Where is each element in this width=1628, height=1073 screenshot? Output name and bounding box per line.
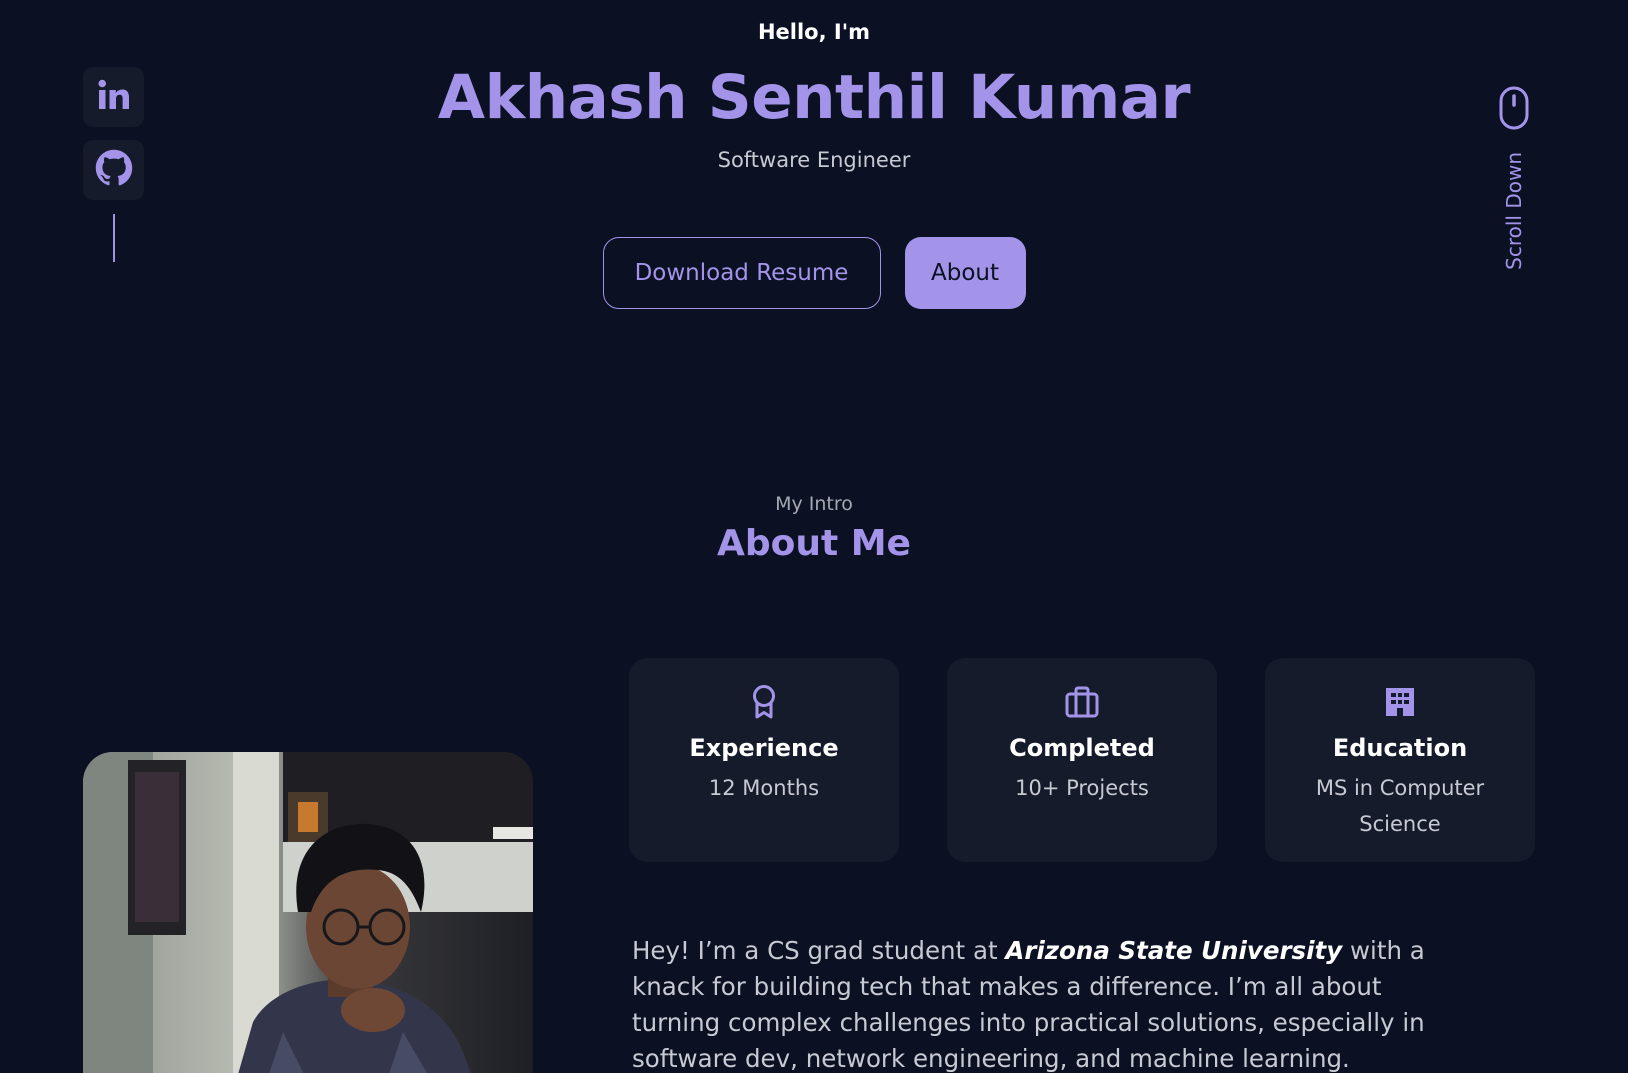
building-icon — [1265, 682, 1535, 722]
card-value: 10+ Projects — [1015, 776, 1149, 800]
profile-photo — [83, 752, 533, 1073]
card-value: MS in Computer Science — [1315, 776, 1485, 836]
hero-role: Software Engineer — [717, 148, 911, 172]
download-resume-button[interactable]: Download Resume — [602, 237, 881, 309]
portfolio-page: Hello, I'm Akhash Senthil Kumar Software… — [0, 0, 1628, 1073]
briefcase-icon — [947, 682, 1217, 722]
card-title: Experience — [689, 734, 839, 762]
about-button[interactable]: About — [904, 237, 1026, 309]
mouse-icon — [1499, 86, 1529, 134]
card-value: 12 Months — [708, 776, 820, 800]
card-title: Education — [1332, 734, 1468, 762]
completed-card: Completed 10+ Projects — [947, 658, 1217, 862]
scroll-down-link[interactable]: Scroll Down — [1496, 86, 1532, 270]
card-title: Completed — [1009, 734, 1155, 762]
education-card: Education MS in Computer Science — [1265, 658, 1535, 862]
hero-name: Akhash Senthil Kumar — [437, 62, 1191, 133]
award-icon — [629, 682, 899, 722]
greeting: Hello, I'm — [757, 20, 871, 44]
section-subtitle: My Intro — [775, 493, 853, 515]
scroll-down-label: Scroll Down — [1502, 152, 1526, 270]
hero-actions: Download Resume About — [0, 237, 1628, 309]
experience-card: Experience 12 Months — [629, 658, 899, 862]
about-description: Hey! I’m a CS grad student at Arizona St… — [632, 933, 1452, 1073]
university-name: Arizona State University — [1005, 935, 1343, 965]
about-text-intro: Hey! I’m a CS grad student at — [632, 935, 1006, 965]
section-title: About Me — [717, 523, 911, 564]
